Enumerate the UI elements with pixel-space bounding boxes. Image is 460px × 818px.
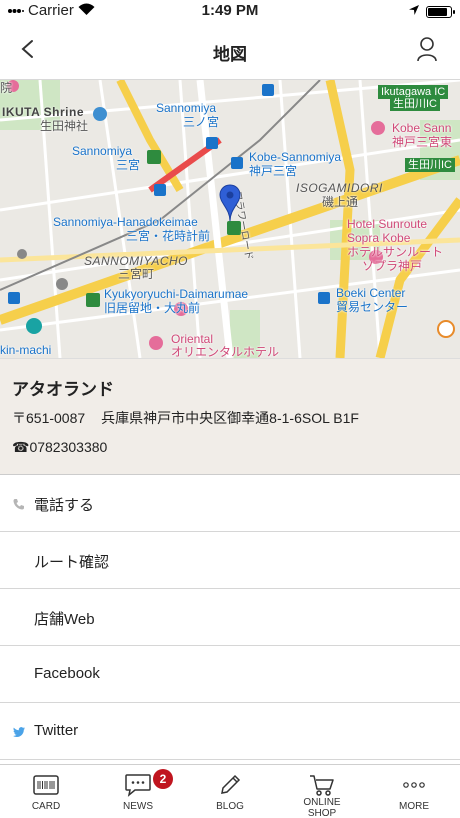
map-label-hanadokeimae: Sannomiya-Hanadokeimae — [53, 215, 198, 229]
map-label-hospital: 院 — [0, 81, 13, 95]
battery-icon — [426, 5, 455, 18]
tab-news[interactable]: 2 NEWS — [92, 765, 184, 818]
map-label-isogamidori: ISOGAMIDORI — [296, 181, 383, 195]
map-label-ikuta-shrine-ja: 生田神社 — [40, 119, 89, 133]
facebook-button[interactable]: Facebook — [0, 646, 460, 703]
map-label-hanadokeimae-ja: 三宮・花時計前 — [126, 229, 211, 243]
shop-address: 兵庫県神戸市中央区御幸通8-1-6SOL B1F — [101, 410, 359, 426]
twitter-bird-icon — [12, 725, 26, 739]
map-label-ikuta-shrine: IKUTA Shrine — [2, 105, 85, 119]
shop-phone: ☎0782303380 — [12, 439, 108, 455]
map-label-kyukyoryuchi: Kyukyoryuchi-Daimarumae — [104, 287, 249, 301]
map-label-hotel-sunroute-ja: ホテルサンルート — [347, 245, 444, 259]
person-icon — [416, 36, 438, 67]
facebook-label: Facebook — [34, 665, 100, 682]
nav-bar: 地図 — [0, 22, 460, 80]
map-label-hotel-sunroute-2: Sopra Kobe — [347, 231, 411, 245]
tab-online-shop-label: ONLINE SHOP — [303, 797, 340, 818]
news-badge: 2 — [153, 769, 173, 789]
dots-icon — [402, 773, 426, 797]
map-label-ikutagawa-ic-box: 生田川IC — [405, 158, 455, 172]
shop-name: アタオランド — [12, 380, 114, 399]
shop-address-line: 〒651-0087 兵庫県神戸市中央区御幸通8-1-6SOL B1F — [12, 408, 359, 428]
status-time: 1:49 PM — [201, 2, 259, 19]
page-title: 地図 — [213, 45, 247, 64]
tab-more[interactable]: MORE — [368, 765, 460, 818]
route-button[interactable]: ルート確認 — [0, 532, 460, 589]
cart-icon — [309, 773, 335, 797]
tab-blog-label: BLOG — [216, 801, 244, 812]
map-label-kyukyoryuchi-ja: 旧居留地・大丸前 — [104, 301, 201, 315]
map-label-sannomiya-ja: 三ノ宮 — [183, 115, 220, 129]
map-label-kobe-sann: Kobe Sann — [392, 121, 452, 135]
map-label-sannomiya2-ja: 三宮 — [116, 158, 141, 172]
store-web-button[interactable]: 店舗Web — [0, 589, 460, 646]
tab-online-shop-label-line2: SHOP — [307, 808, 337, 818]
location-arrow-icon — [408, 3, 420, 20]
call-label: 電話する — [34, 497, 95, 514]
action-list: 電話する ルート確認 店舗Web Facebook Twitter — [0, 475, 460, 760]
map-label-hotel-sunroute: Hotel Sunroute — [347, 217, 428, 231]
tab-online-shop[interactable]: ONLINE SHOP — [276, 765, 368, 818]
tab-more-label: MORE — [399, 801, 429, 812]
tab-bar: CARD 2 NEWS BLOG ONLINE SHOP MORE — [0, 764, 460, 818]
tab-news-label: NEWS — [123, 801, 153, 812]
map-pin-icon[interactable] — [219, 184, 241, 222]
store-web-label: 店舗Web — [34, 611, 95, 628]
battery-fill — [428, 7, 447, 16]
profile-button[interactable] — [412, 36, 442, 66]
map-label-boeki-center: Boeki Center — [336, 286, 406, 300]
card-icon — [33, 773, 59, 797]
shop-postal-code: 〒651-0087 — [12, 410, 86, 426]
map-label-sannomiya: Sannomiya — [156, 101, 217, 115]
chat-icon — [124, 773, 152, 797]
status-right — [408, 3, 455, 20]
route-label: ルート確認 — [34, 554, 110, 571]
tab-card-label: CARD — [31, 801, 61, 812]
map-label-kobe-sann-ja: 神戸三宮東 — [392, 135, 453, 149]
map-label-in-machi: kin-machi — [0, 343, 52, 357]
call-button[interactable]: 電話する — [0, 475, 460, 532]
map-label-hotel-sunroute-ja-2: ソプラ神戸 — [362, 259, 423, 273]
shop-info-panel: アタオランド 〒651-0087 兵庫県神戸市中央区御幸通8-1-6SOL B1F… — [0, 358, 460, 475]
tab-card[interactable]: CARD — [0, 765, 92, 818]
map-label-isogamidori-ja: 磯上通 — [322, 195, 359, 209]
map-label-ikutagawa-ic-ja: 生田川IC — [390, 97, 440, 111]
map-view[interactable]: 院 IKUTA Shrine 生田神社 Sannomiya 三ノ宮 Sannom… — [0, 80, 460, 358]
map-label-boeki-center-ja: 貿易センター — [336, 300, 409, 314]
twitter-label: Twitter — [34, 722, 79, 739]
map-label-kobe-sannomiya: Kobe-Sannomiya — [249, 150, 342, 164]
status-bar: Carrier 1:49 PM — [0, 0, 460, 22]
map-label-oriental-ja: オリエンタルホテル — [171, 345, 280, 359]
tab-blog[interactable]: BLOG — [184, 765, 276, 818]
phone-icon — [12, 497, 26, 511]
map-label-sannomiyacho-ja: 三宮町 — [118, 267, 155, 281]
tab-online-shop-label-line1: ONLINE — [303, 797, 341, 808]
map-label-sannomiya2: Sannomiya — [72, 144, 133, 158]
map-label-kobe-sannomiya-ja: 神戸三宮 — [249, 164, 298, 178]
pencil-icon — [218, 773, 242, 797]
twitter-button[interactable]: Twitter — [0, 703, 460, 760]
